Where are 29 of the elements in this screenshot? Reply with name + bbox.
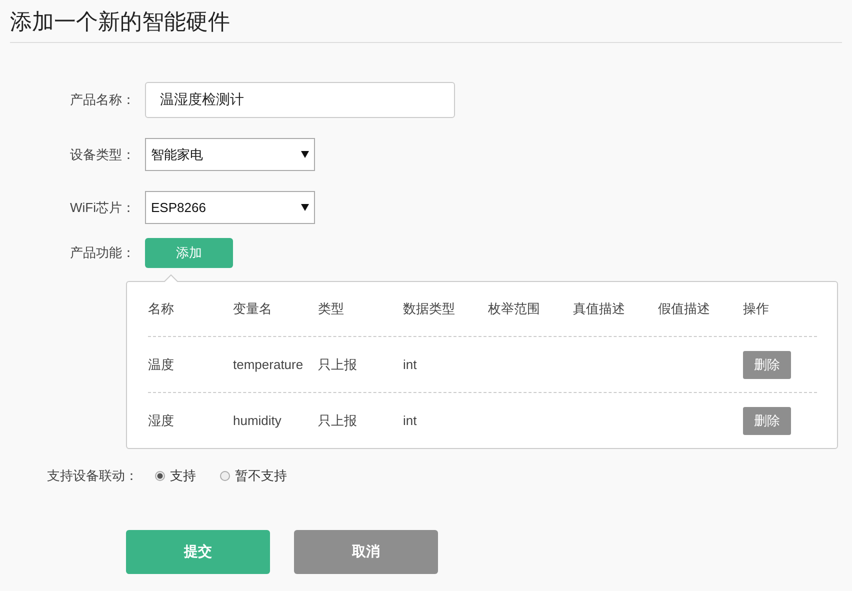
dropdown[interactable]: ESP8266 [145, 191, 315, 224]
column-header: 假值描述 [658, 300, 711, 318]
input-field[interactable]: 温湿度检测计 [145, 82, 455, 118]
table-cell-text: 只上报 [318, 412, 358, 430]
table-cell-text: 只上报 [318, 356, 358, 374]
field-label: 产品名称： [69, 91, 136, 109]
radio-button[interactable]: 暂不支持 [220, 467, 287, 485]
column-header: 真值描述 [573, 300, 626, 318]
radio-button[interactable]: 支持 [155, 467, 196, 485]
column-header: 类型 [318, 300, 345, 318]
column-header: 枚举范围 [488, 300, 541, 318]
table-cell-text: humidity [233, 413, 282, 428]
table-cell-text: temperature [233, 357, 304, 372]
field-label: 设备类型： [69, 146, 136, 164]
dropdown[interactable]: 智能家电 [145, 138, 315, 171]
field-label: 支持设备联动： [47, 467, 139, 485]
table-cell-text: 湿度 [148, 412, 175, 430]
table-cell-text: int [403, 413, 418, 428]
field-label: WiFi芯片： [69, 198, 136, 216]
column-header: 操作 [743, 300, 770, 318]
caret-icon [301, 151, 309, 158]
table-cell-text: 温度 [148, 356, 175, 374]
field-label: 产品功能： [69, 244, 136, 262]
caret-icon [301, 204, 309, 211]
column-header: 名称 [148, 300, 175, 318]
column-header: 变量名 [233, 300, 273, 318]
column-header: 数据类型 [403, 300, 456, 318]
table-cell-text: int [403, 357, 418, 372]
page-title: 添加一个新的智能硬件 [10, 8, 231, 36]
